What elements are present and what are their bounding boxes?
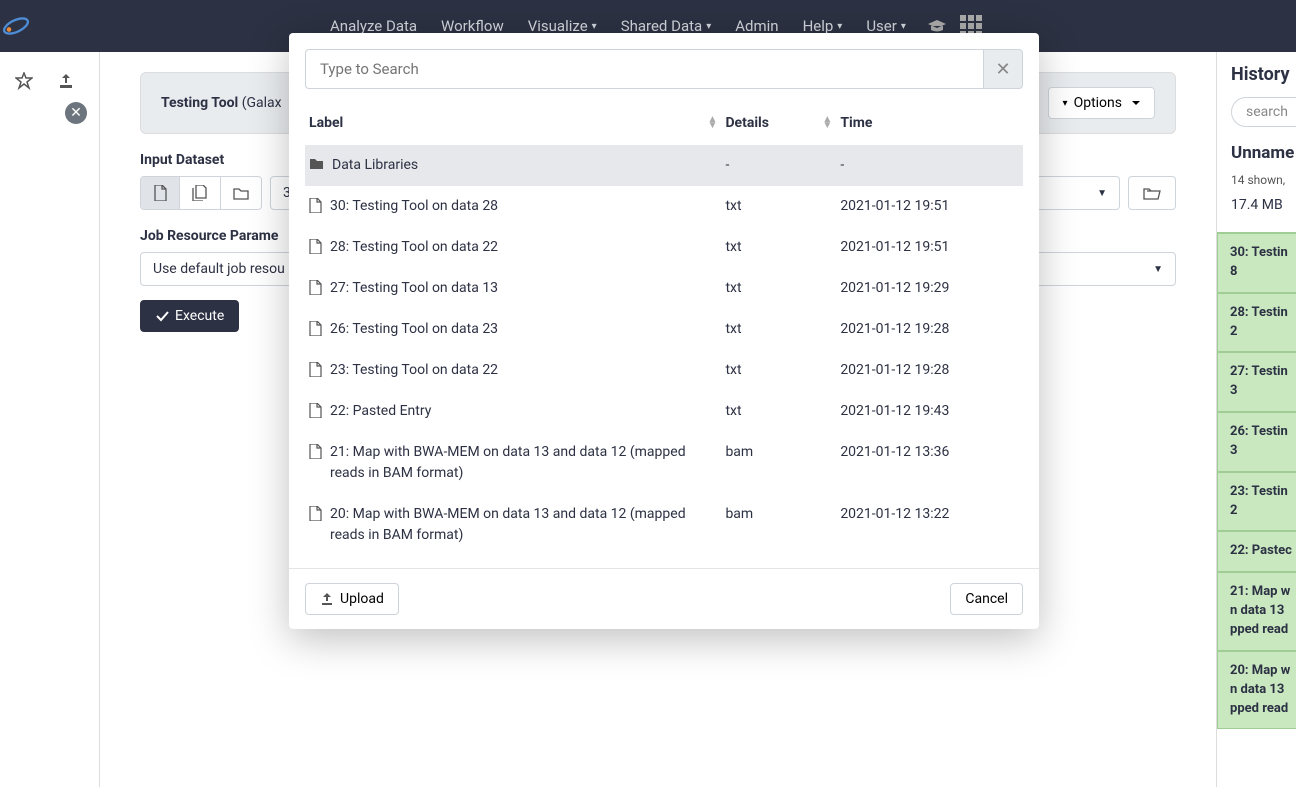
- cancel-button[interactable]: Cancel: [950, 583, 1023, 615]
- column-label[interactable]: Label: [305, 105, 721, 145]
- file-label: 30: Testing Tool on data 28: [330, 196, 498, 217]
- file-row[interactable]: 26: Testing Tool on data 23 txt2021-01-12…: [305, 309, 1023, 350]
- file-row[interactable]: 23: Testing Tool on data 22 txt2021-01-12…: [305, 350, 1023, 391]
- file-list-scroll[interactable]: Label ▲▼Details ▲▼Time Data Libraries--3…: [289, 105, 1039, 568]
- clear-search-button[interactable]: ✕: [983, 49, 1023, 89]
- file-details: txt: [721, 186, 836, 227]
- upload-button[interactable]: Upload: [305, 583, 399, 615]
- file-details: bam: [721, 494, 836, 556]
- file-details: txt: [721, 227, 836, 268]
- file-time: 2021-01-12 13:22: [836, 494, 1023, 556]
- file-time: 2021-01-12 19:29: [836, 268, 1023, 309]
- file-details: txt: [721, 268, 836, 309]
- file-details: txt: [721, 309, 836, 350]
- file-row[interactable]: Data Libraries --: [305, 145, 1023, 186]
- file-details: bam: [721, 432, 836, 494]
- file-time: 2021-01-12 19:28: [836, 350, 1023, 391]
- file-label: 22: Pasted Entry: [330, 401, 431, 422]
- file-label: 23: Testing Tool on data 22: [330, 360, 498, 381]
- file-label: 21: Map with BWA-MEM on data 13 and data…: [330, 442, 717, 484]
- file-time: 2021-01-12 19:28: [836, 309, 1023, 350]
- file-time: 2021-01-12 19:43: [836, 391, 1023, 432]
- file-row[interactable]: 21: Map with BWA-MEM on data 13 and data…: [305, 432, 1023, 494]
- file-picker-modal: ✕ Label ▲▼Details ▲▼Time Data Libraries -…: [289, 33, 1039, 629]
- file-time: 2021-01-12 19:51: [836, 227, 1023, 268]
- file-row[interactable]: 27: Testing Tool on data 13 txt2021-01-12…: [305, 268, 1023, 309]
- file-row[interactable]: 30: Testing Tool on data 28 txt2021-01-12…: [305, 186, 1023, 227]
- sort-icon: ▲▼: [707, 117, 717, 129]
- file-label: 27: Testing Tool on data 13: [330, 278, 498, 299]
- file-label: 26: Testing Tool on data 23: [330, 319, 498, 340]
- file-details: -: [721, 145, 836, 186]
- file-time: -: [836, 145, 1023, 186]
- file-label: 28: Testing Tool on data 22: [330, 237, 498, 258]
- file-details: txt: [721, 391, 836, 432]
- file-label: Data Libraries: [332, 155, 418, 176]
- column-details[interactable]: ▲▼Details: [721, 105, 836, 145]
- file-time: 2021-01-12 19:51: [836, 186, 1023, 227]
- column-time[interactable]: ▲▼Time: [836, 105, 1023, 145]
- search-input[interactable]: [305, 49, 983, 89]
- sort-icon: ▲▼: [822, 117, 832, 129]
- file-table: Label ▲▼Details ▲▼Time Data Libraries--3…: [305, 105, 1023, 556]
- file-time: 2021-01-12 13:36: [836, 432, 1023, 494]
- file-label: 20: Map with BWA-MEM on data 13 and data…: [330, 504, 717, 546]
- file-row[interactable]: 22: Pasted Entry txt2021-01-12 19:43: [305, 391, 1023, 432]
- file-row[interactable]: 28: Testing Tool on data 22 txt2021-01-12…: [305, 227, 1023, 268]
- file-row[interactable]: 20: Map with BWA-MEM on data 13 and data…: [305, 494, 1023, 556]
- file-details: txt: [721, 350, 836, 391]
